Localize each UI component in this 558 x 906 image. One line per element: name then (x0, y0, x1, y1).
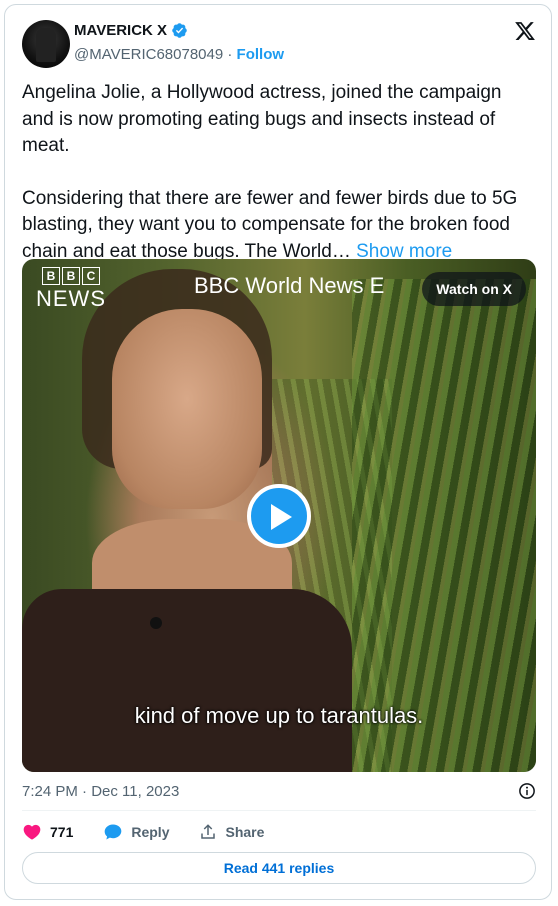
video-subtitle: kind of move up to tarantulas. (134, 703, 424, 728)
like-count: 771 (50, 824, 74, 840)
x-logo-icon[interactable] (514, 20, 536, 42)
tweet-paragraph-1: Angelina Jolie, a Hollywood actress, joi… (22, 82, 502, 156)
divider (22, 810, 536, 811)
bbc-news-word: NEWS (36, 286, 106, 311)
video-player[interactable]: B B C NEWS BBC World News E Watch on X k… (22, 259, 536, 772)
follow-button[interactable]: Follow (237, 46, 285, 63)
reply-button[interactable]: Reply (103, 822, 169, 842)
bbc-letter: B (62, 267, 80, 285)
bbc-letter: B (42, 267, 60, 285)
tweet-timestamp[interactable]: 7:24 PM · Dec 11, 2023 (22, 783, 179, 800)
bbc-news-logo: B B C NEWS (36, 267, 106, 312)
background-grass-right (352, 279, 536, 772)
author-name-row: MAVERICK X (74, 22, 188, 39)
separator: · (227, 46, 233, 63)
video-person-face (112, 309, 262, 509)
reply-label: Reply (131, 824, 170, 840)
share-icon (201, 824, 216, 839)
tweet-text: Angelina Jolie, a Hollywood actress, joi… (22, 80, 534, 265)
bbc-ticker-text: BBC World News E (194, 273, 385, 298)
share-button[interactable]: Share (199, 823, 264, 841)
tweet-paragraph-2: Considering that there are fewer and few… (22, 186, 534, 266)
like-button[interactable]: 771 (22, 822, 73, 842)
heart-icon (23, 824, 41, 840)
info-icon[interactable] (518, 782, 536, 800)
bbc-letter: C (82, 267, 100, 285)
author-handle-row: @MAVERIC68078049 · Follow (74, 46, 284, 63)
read-replies-button[interactable]: Read 441 replies (22, 852, 536, 884)
video-person-dress (22, 589, 352, 772)
reply-icon (105, 824, 122, 840)
play-button[interactable] (247, 484, 311, 548)
action-bar: 771 Reply Share (22, 822, 264, 842)
watch-on-x-button[interactable]: Watch on X (422, 272, 526, 306)
avatar[interactable] (22, 20, 70, 68)
lapel-mic (150, 617, 162, 629)
verified-badge-icon (172, 23, 187, 38)
play-icon (271, 504, 292, 530)
share-label: Share (225, 824, 265, 840)
author-name[interactable]: MAVERICK X (74, 22, 167, 39)
author-handle[interactable]: @MAVERIC68078049 (74, 46, 223, 63)
